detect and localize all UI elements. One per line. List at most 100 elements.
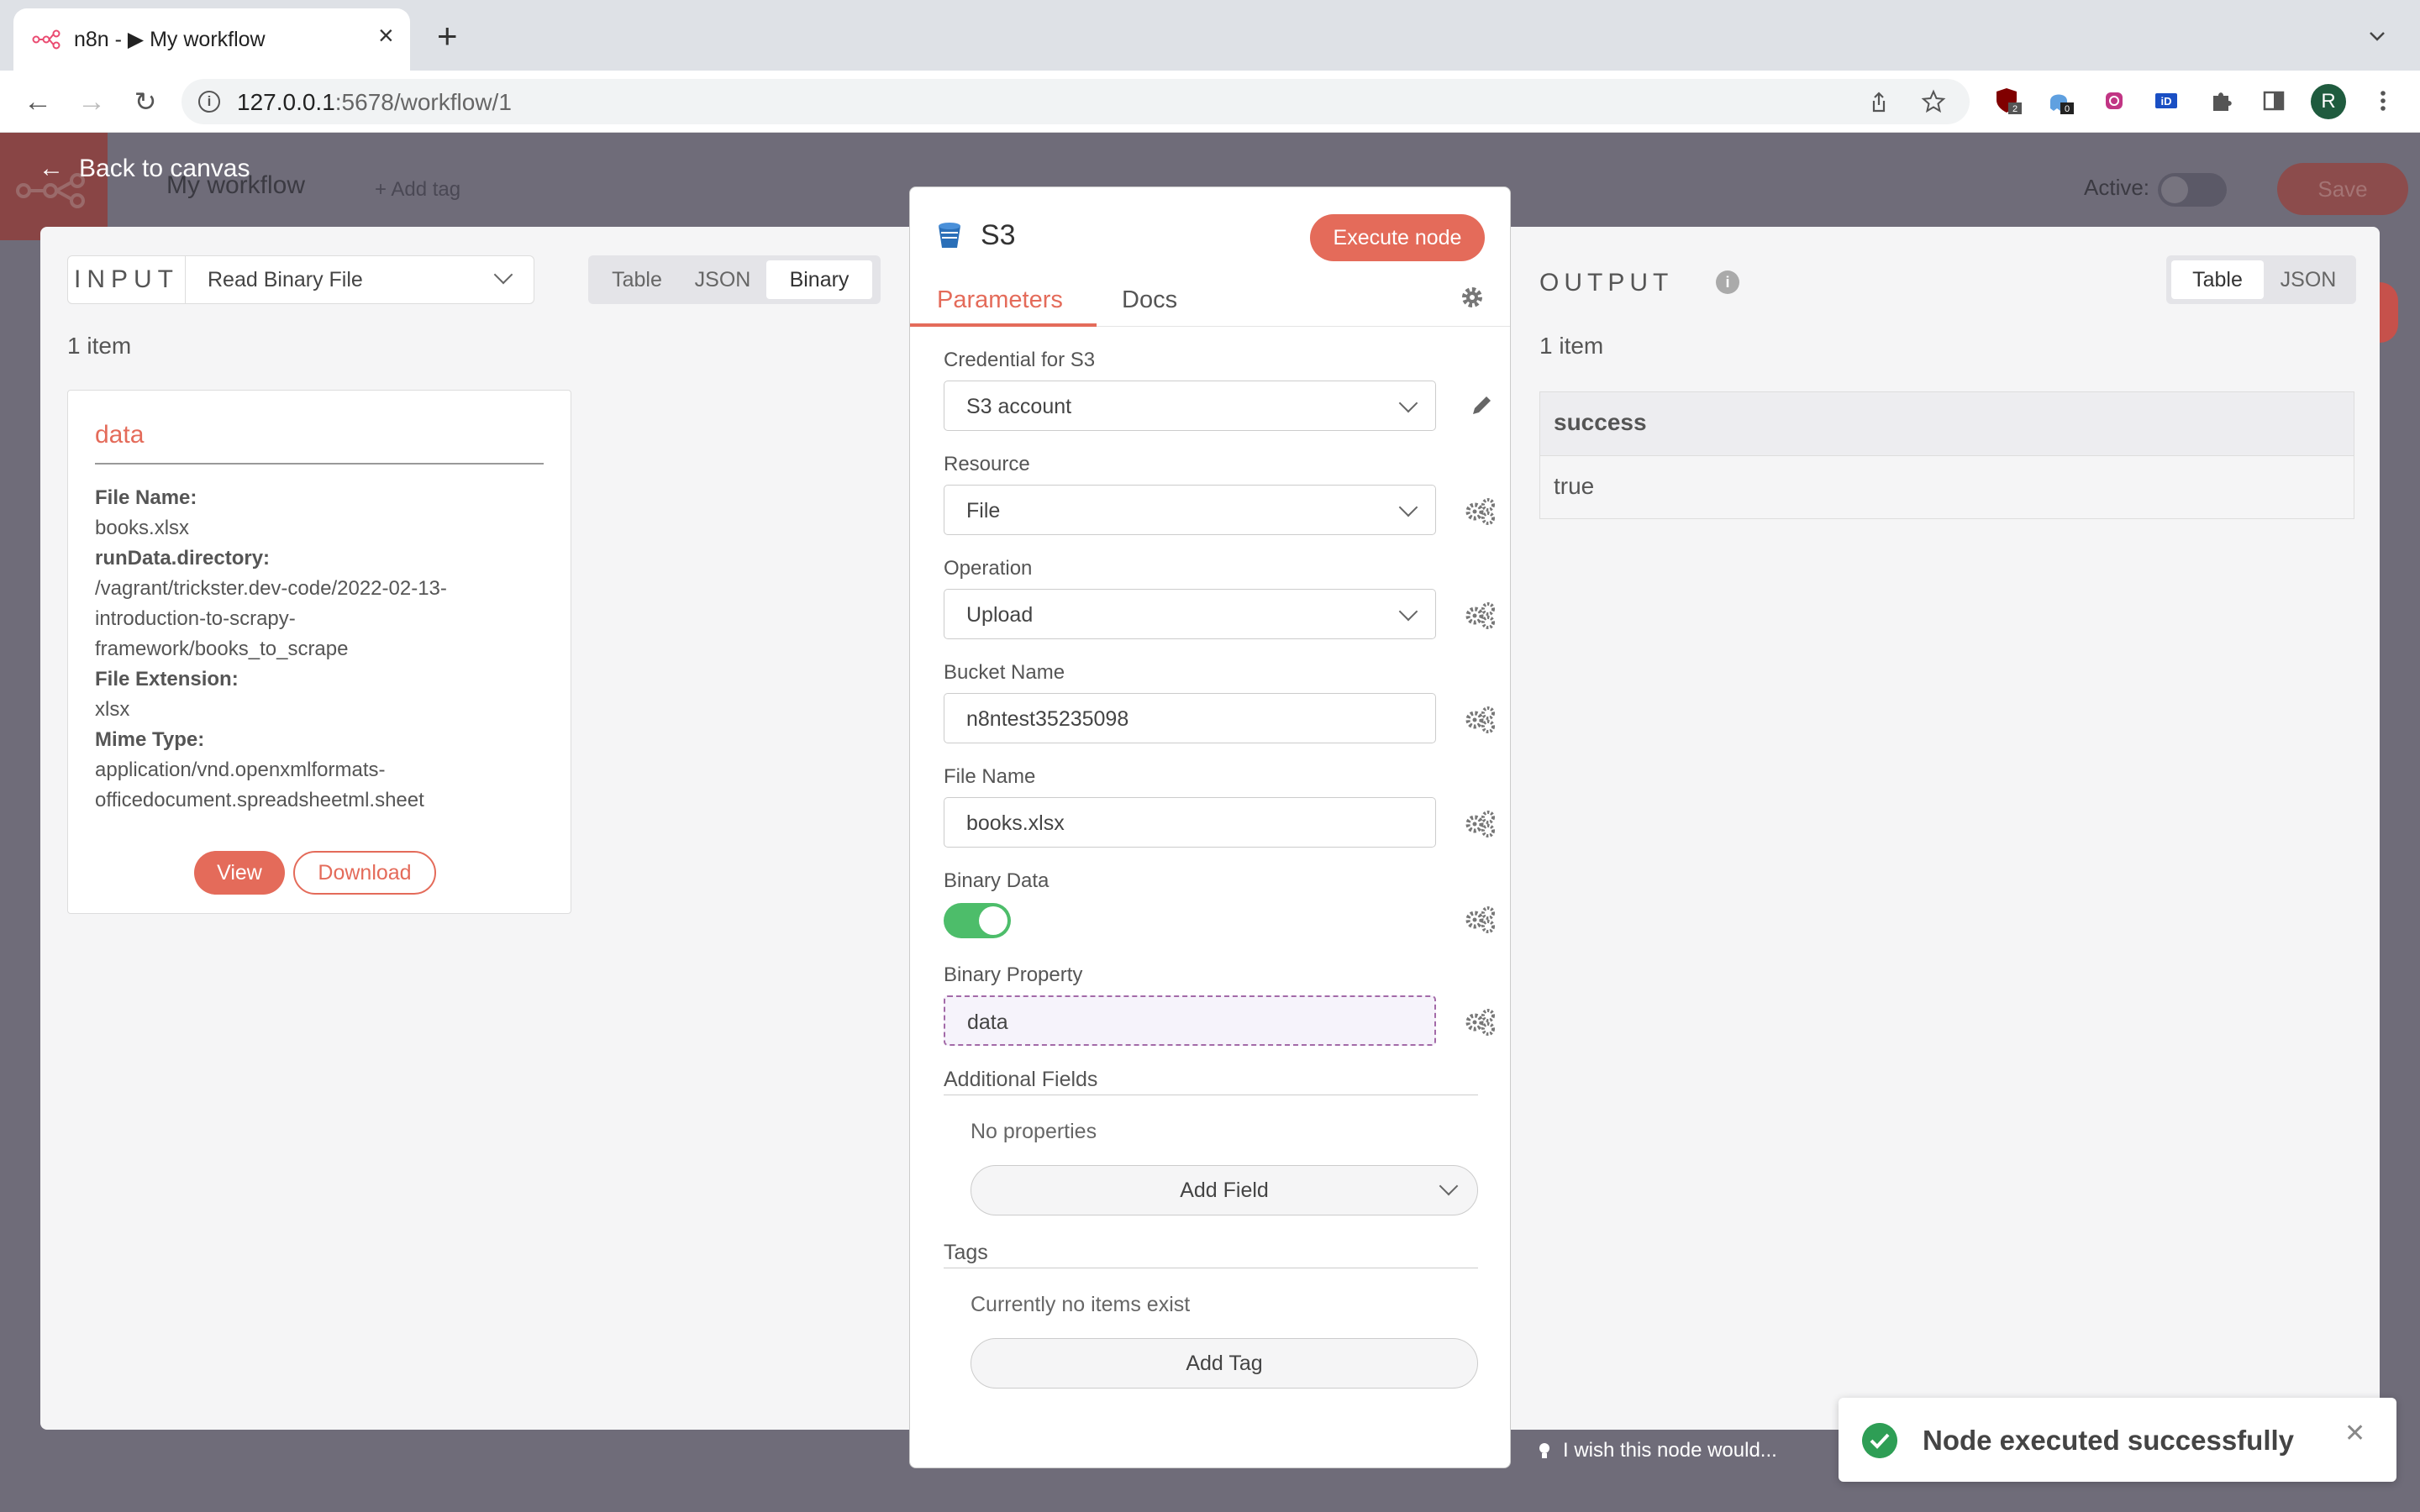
- chevron-down-icon: [1398, 497, 1418, 517]
- resource-label: Resource: [944, 453, 1030, 475]
- operation-value: Upload: [966, 603, 1034, 627]
- no-properties-text: No properties: [971, 1120, 1097, 1143]
- tab-title: n8n - ▶ My workflow: [74, 28, 266, 51]
- execute-node-button[interactable]: Execute node: [1310, 214, 1485, 261]
- svg-text:0: 0: [2065, 104, 2070, 114]
- input-label: INPUT: [68, 256, 186, 303]
- info-icon[interactable]: i: [1716, 270, 1739, 294]
- back-to-canvas-link[interactable]: ← Back to canvas: [39, 155, 250, 183]
- active-label: Active:: [2084, 175, 2150, 200]
- site-info-icon[interactable]: i: [198, 91, 220, 113]
- s3-bucket-icon: [939, 223, 960, 248]
- options-gears-icon[interactable]: [1463, 495, 1498, 525]
- forward-arrow-icon[interactable]: →: [76, 86, 108, 118]
- browser-tab[interactable]: n8n - ▶ My workflow ×: [13, 8, 410, 71]
- check-circle-icon: [1862, 1423, 1897, 1458]
- divider: [95, 463, 544, 465]
- credential-label: Credential for S3: [944, 349, 1096, 371]
- chevron-down-icon: [1398, 601, 1418, 622]
- svg-text:iD: iD: [2161, 95, 2172, 108]
- n8n-logo: [0, 133, 108, 240]
- binary-data-toggle[interactable]: [944, 903, 1011, 938]
- add-field-button[interactable]: Add Field: [971, 1165, 1478, 1215]
- back-arrow-icon[interactable]: ←: [22, 86, 54, 118]
- credential-value: S3 account: [966, 395, 1072, 418]
- pencil-edit-icon[interactable]: [1463, 391, 1498, 421]
- file-name-input[interactable]: books.xlsx: [944, 797, 1436, 848]
- instagram-extension-icon[interactable]: [2099, 86, 2129, 116]
- output-label: OUTPUT: [1539, 269, 1674, 297]
- file-name-label: File Name: [944, 765, 1036, 788]
- tab-parameters[interactable]: Parameters: [937, 286, 1063, 314]
- share-icon[interactable]: [1867, 91, 1891, 114]
- active-toggle[interactable]: [2158, 173, 2227, 207]
- active-tab-indicator: [910, 323, 1097, 327]
- options-gears-icon[interactable]: [1463, 807, 1498, 837]
- n8n-favicon-icon: [32, 29, 60, 50]
- options-gears-icon[interactable]: [1463, 599, 1498, 629]
- view-button[interactable]: View: [194, 851, 285, 895]
- table-cell[interactable]: true: [1540, 456, 2354, 518]
- side-panel-icon[interactable]: [2259, 86, 2289, 116]
- resource-select[interactable]: File: [944, 485, 1436, 535]
- arrow-left-icon: ←: [39, 155, 64, 182]
- bucket-name-input[interactable]: n8ntest35235098: [944, 693, 1436, 743]
- id-extension-icon[interactable]: iD: [2151, 86, 2181, 116]
- add-tag-link[interactable]: + Add tag: [375, 178, 460, 202]
- tab-docs[interactable]: Docs: [1122, 286, 1177, 314]
- meta-value: /vagrant/trickster.dev-code/2022-02-13-i…: [95, 577, 447, 660]
- toast-message: Node executed successfully: [1923, 1425, 2295, 1456]
- table-header-success: success: [1540, 392, 2354, 456]
- options-gears-icon[interactable]: [1463, 903, 1498, 933]
- tab-search-chevron-icon[interactable]: [2366, 25, 2388, 47]
- profile-avatar[interactable]: R: [2311, 84, 2346, 119]
- url-text[interactable]: 127.0.0.1:5678/workflow/1: [237, 89, 512, 116]
- feedback-link[interactable]: I wish this node would...: [1538, 1439, 1777, 1462]
- input-node-select[interactable]: INPUT Read Binary File: [67, 255, 534, 304]
- meta-value: application/vnd.openxmlformats-officedoc…: [95, 759, 424, 811]
- bookmark-star-icon[interactable]: [1921, 89, 1946, 114]
- lightbulb-icon: [1539, 1442, 1549, 1458]
- ghost-extension-icon[interactable]: 0: [2045, 86, 2075, 116]
- credential-select[interactable]: S3 account: [944, 381, 1436, 431]
- close-icon[interactable]: ✕: [2344, 1421, 2365, 1446]
- binary-metadata: File Name: books.xlsx runData.directory:…: [95, 483, 549, 816]
- input-tab-json[interactable]: JSON: [682, 260, 763, 299]
- options-gears-icon[interactable]: [1463, 703, 1498, 733]
- node-tabs: Parameters Docs: [910, 278, 1510, 327]
- address-bar[interactable]: i 127.0.0.1:5678/workflow/1: [182, 79, 1970, 124]
- browser-tabbar: n8n - ▶ My workflow × +: [0, 0, 2420, 71]
- output-tab-json[interactable]: JSON: [2265, 260, 2351, 299]
- node-title[interactable]: S3: [981, 219, 1016, 252]
- operation-select[interactable]: Upload: [944, 589, 1436, 639]
- reload-icon[interactable]: ↻: [129, 86, 161, 118]
- save-button[interactable]: Save: [2277, 163, 2408, 215]
- binary-property-input[interactable]: data: [944, 995, 1436, 1046]
- input-tab-table[interactable]: Table: [593, 260, 681, 299]
- browser-menu-icon[interactable]: [2368, 86, 2398, 116]
- add-field-label: Add Field: [1180, 1179, 1269, 1202]
- puzzle-extensions-icon[interactable]: [2207, 86, 2237, 116]
- download-button[interactable]: Download: [293, 851, 436, 895]
- meta-value: xlsx: [95, 698, 130, 721]
- bucket-name-label: Bucket Name: [944, 661, 1065, 684]
- bucket-name-value: n8ntest35235098: [966, 707, 1129, 731]
- resource-value: File: [966, 499, 1001, 522]
- meta-key: File Extension:: [95, 668, 239, 690]
- binary-data-card: data File Name: books.xlsx runData.direc…: [67, 390, 571, 914]
- success-toast: Node executed successfully ✕: [1839, 1398, 2396, 1482]
- ublock-extension-icon[interactable]: 2: [1993, 86, 2023, 116]
- meta-key: Mime Type:: [95, 728, 205, 751]
- options-gears-icon[interactable]: [1463, 1005, 1498, 1036]
- tags-label: Tags: [944, 1241, 988, 1264]
- tab-close-icon[interactable]: ×: [378, 22, 394, 49]
- add-tag-button[interactable]: Add Tag: [971, 1338, 1478, 1389]
- no-items-text: Currently no items exist: [971, 1293, 1191, 1316]
- output-mode-tabs: Table JSON: [2166, 255, 2356, 304]
- output-tab-table[interactable]: Table: [2171, 260, 2264, 299]
- chevron-down-icon: [493, 265, 513, 285]
- additional-fields-label: Additional Fields: [944, 1068, 1098, 1091]
- new-tab-icon[interactable]: +: [437, 18, 458, 54]
- input-tab-binary[interactable]: Binary: [766, 260, 872, 299]
- settings-gear-icon[interactable]: [1460, 285, 1485, 310]
